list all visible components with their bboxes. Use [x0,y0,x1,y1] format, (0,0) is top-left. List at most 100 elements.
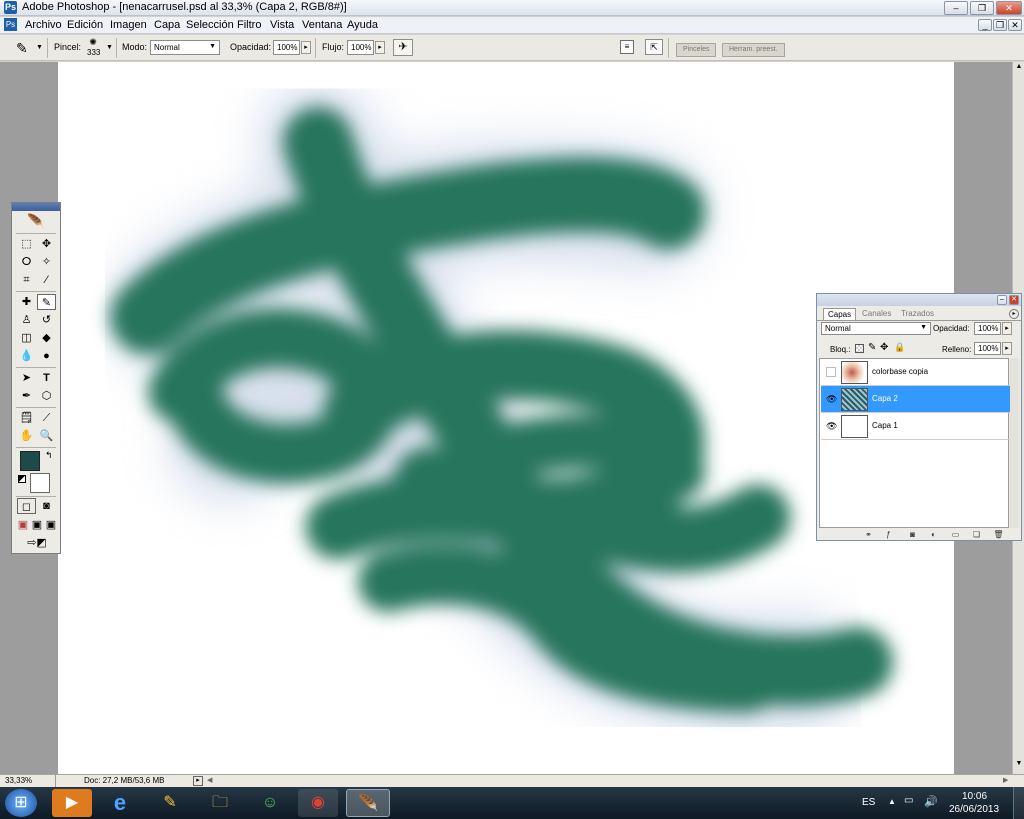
screen-mode-full-menu-icon[interactable]: ▣ [30,517,44,533]
scroll-right-icon[interactable]: ▶ [1003,776,1008,784]
tool-preset-chevron-icon[interactable]: ▼ [36,44,43,51]
delete-layer-icon[interactable]: 🗑 [993,530,1004,540]
link-layers-icon[interactable]: ⚭ [863,530,874,540]
input-language[interactable]: ES [862,797,875,808]
brush-picker-chevron-icon[interactable]: ▼ [106,44,113,51]
feather-logo-icon[interactable]: 🪶 [18,213,54,231]
airbrush-icon[interactable]: ✈ [393,39,413,56]
mode-select[interactable]: Normal ▼ [150,40,220,55]
move-tool-icon[interactable]: ✥ [37,236,56,252]
menu-vista[interactable]: Vista [270,19,294,31]
menu-ayuda[interactable]: Ayuda [347,19,378,31]
chrome-icon[interactable]: ◉ [298,789,338,817]
clock-date[interactable]: 26/06/2013 [949,804,999,815]
paint-icon[interactable]: ✎ [150,789,190,817]
fill-input[interactable]: 100% [974,342,1001,355]
add-mask-icon[interactable]: ◙ [907,530,918,540]
magic-wand-icon[interactable]: ✧ [37,254,56,270]
layer-opacity-input[interactable]: 100% [974,322,1001,335]
workspace-icon[interactable]: ⇱ [645,39,663,55]
layer-row-capa-2[interactable]: 👁 Capa 2 [821,386,1011,413]
status-menu-icon[interactable]: ▸ [193,776,203,786]
media-player-icon[interactable]: ▶ [52,789,92,817]
show-hidden-icons-icon[interactable]: ▲ [888,797,896,806]
brush-tool-active-icon[interactable]: ✎ [37,294,56,310]
lock-transparency-icon[interactable] [855,344,864,353]
slice-tool-icon[interactable]: ⁄ [37,272,56,288]
tab-canales[interactable]: Canales [858,308,895,320]
eye-icon[interactable]: 👁 [826,421,837,431]
toolbox-grip[interactable] [12,203,60,211]
internet-explorer-icon[interactable]: e [100,789,140,817]
paint-bucket-icon[interactable]: ◆ [37,330,56,346]
tab-trazados[interactable]: Trazados [897,308,938,320]
panel-minimize-icon[interactable]: – [997,295,1007,305]
explorer-folder-icon[interactable]: 🗀 [200,789,240,817]
lock-all-icon[interactable]: 🔒 [894,342,905,353]
scroll-left-icon[interactable]: ◀ [207,776,212,784]
photoshop-taskbar-icon[interactable]: 🪶 [346,789,390,817]
volume-icon[interactable]: 🔊 [924,795,938,808]
marquee-tool-icon[interactable]: ⬚ [17,236,36,252]
crop-tool-icon[interactable]: ⌗ [17,272,36,288]
doc-restore-icon[interactable]: ❐ [993,19,1007,31]
default-colors-icon[interactable] [18,475,26,483]
doc-close-icon[interactable]: ✕ [1008,19,1022,31]
menu-ventana[interactable]: Ventana [302,19,342,31]
panel-close-icon[interactable]: ✕ [1009,295,1019,305]
restore-icon[interactable]: ❐ [970,1,994,15]
well-tab-pinceles[interactable]: Pinceles [676,43,717,57]
visibility-off-icon[interactable] [826,367,836,377]
lock-position-icon[interactable]: ✥ [880,342,888,353]
layer-opacity-slider-button[interactable]: ▸ [1002,322,1012,335]
palette-options-icon[interactable]: ≡ [620,40,634,54]
menu-imagen[interactable]: Imagen [110,19,147,31]
eraser-tool-icon[interactable]: ◫ [17,330,36,346]
layer-style-icon[interactable]: ƒ [883,530,894,540]
lasso-tool-icon[interactable]: ⵔ [17,254,36,270]
messenger-icon[interactable]: ☺ [250,789,290,817]
background-color-swatch[interactable] [30,473,50,493]
minimize-icon[interactable]: – [944,1,968,15]
layers-scrollbar[interactable] [1010,358,1019,528]
clock-time[interactable]: 10:06 [962,791,987,802]
eyedropper-icon[interactable]: ⟋ [37,410,56,426]
pen-tool-icon[interactable]: ✒ [17,388,36,404]
zoom-level[interactable]: 33,33% [5,776,32,785]
flow-slider-button[interactable]: ▸ [375,41,385,54]
notes-tool-icon[interactable]: 🗒 [17,410,36,426]
imageready-jump-icon[interactable]: ⇨◩ [19,535,55,551]
document-icon[interactable]: Ps [4,18,17,31]
new-layer-icon[interactable]: ❏ [971,530,982,540]
layer-row-capa-1[interactable]: 👁 Capa 1 [821,413,1011,440]
menu-seleccion[interactable]: Selección [186,19,234,31]
opacity-input[interactable]: 100% [273,40,300,55]
screen-mode-standard-icon[interactable]: ▣ [16,517,30,533]
foreground-color-swatch[interactable] [20,451,40,471]
blend-mode-select[interactable]: Normal ▼ [821,322,931,335]
type-tool-icon[interactable]: T [37,370,56,386]
brush-tool-icon[interactable]: ✎ [16,40,28,57]
quick-mask-icon[interactable]: ◙ [37,498,56,514]
doc-minimize-icon[interactable]: _ [978,19,992,31]
brush-preview-icon[interactable]: ✺ [86,37,100,47]
blur-tool-icon[interactable]: 💧 [17,348,36,364]
network-icon[interactable]: ▭ [904,795,913,806]
healing-brush-icon[interactable]: ✚ [17,294,36,310]
scroll-down-icon[interactable]: ▼ [1014,760,1024,771]
dodge-tool-icon[interactable]: ● [37,348,56,364]
start-orb-icon[interactable]: ⊞ [5,789,37,817]
show-desktop-button[interactable] [1013,787,1024,819]
well-tab-presets[interactable]: Herram. preest. [722,43,785,57]
history-brush-icon[interactable]: ↺ [37,312,56,328]
opacity-slider-button[interactable]: ▸ [301,41,311,54]
panel-titlebar[interactable] [817,294,1021,306]
menu-edicion[interactable]: Edición [67,19,103,31]
menu-filtro[interactable]: Filtro [237,19,261,31]
flow-input[interactable]: 100% [347,40,374,55]
hand-tool-icon[interactable]: ✋ [17,428,36,444]
clone-stamp-icon[interactable]: ♙ [17,312,36,328]
shape-tool-icon[interactable]: ⬡ [37,388,56,404]
swap-colors-icon[interactable]: ↰ [45,450,53,461]
zoom-tool-icon[interactable]: 🔍 [37,428,56,444]
